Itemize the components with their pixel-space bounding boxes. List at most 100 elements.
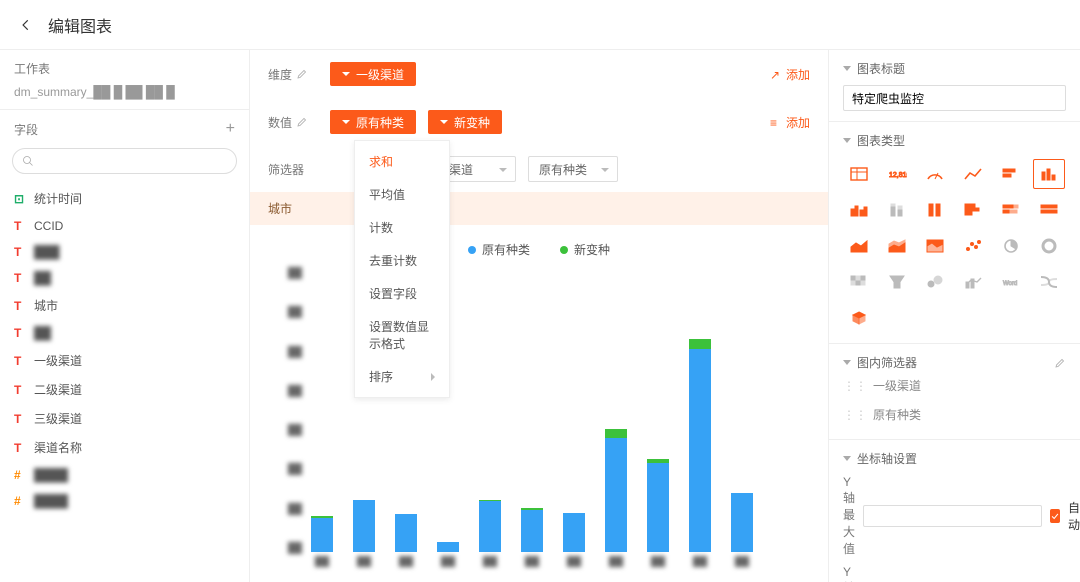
x-tick: ██	[434, 556, 462, 580]
bar-chart: ████████████████ ██████████████████████	[268, 262, 810, 582]
chart-type-col-100[interactable]	[1033, 195, 1065, 225]
field-item[interactable]: T三级渠道	[0, 404, 249, 433]
axis-section[interactable]: 坐标轴设置	[843, 450, 1066, 467]
chart-type-col-stack[interactable]	[995, 195, 1027, 225]
fields-label: 字段	[14, 121, 38, 138]
field-item[interactable]: T██	[0, 265, 249, 291]
field-type-icon: #	[14, 494, 28, 508]
chart-type-line[interactable]	[957, 159, 989, 189]
chart-type-funnel[interactable]	[881, 267, 913, 297]
legend-item-new[interactable]: 新变种	[560, 241, 610, 258]
bar-segment-existing[interactable]	[647, 463, 669, 552]
caret-down-icon	[843, 456, 851, 461]
val-chip-existing[interactable]: 原有种类	[330, 110, 416, 134]
val-chip-new[interactable]: 新变种	[428, 110, 502, 134]
bar-group: ██	[308, 332, 336, 580]
legend-item-existing[interactable]: 原有种类	[468, 241, 530, 258]
bar-segment-existing[interactable]	[437, 542, 459, 552]
y-tick: ██	[268, 268, 302, 279]
caret-down-icon	[843, 66, 851, 71]
bar-segment-new[interactable]	[605, 429, 627, 437]
chart-type-sankey[interactable]	[1033, 267, 1065, 297]
dim-chip-primary-channel[interactable]: 一级渠道	[330, 62, 416, 86]
bar-segment-existing[interactable]	[395, 514, 417, 552]
chart-type-heatmap[interactable]	[843, 267, 875, 297]
chart-type-gauge[interactable]	[919, 159, 951, 189]
inner-filter-item[interactable]: ⋮⋮一级渠道	[843, 371, 1066, 400]
chart-type-area-stack[interactable]	[881, 231, 913, 261]
dropdown-item[interactable]: 排序	[355, 360, 449, 393]
field-type-icon: ⊡	[14, 192, 28, 206]
field-item[interactable]: T城市	[0, 291, 249, 320]
edit-icon[interactable]	[296, 68, 308, 80]
x-tick: ██	[476, 556, 504, 580]
ymax-auto-checkbox[interactable]	[1050, 509, 1060, 523]
y-tick: ██	[268, 425, 302, 436]
chart-type-col-group[interactable]	[957, 195, 989, 225]
inner-filter-item[interactable]: ⋮⋮原有种类	[843, 400, 1066, 429]
dropdown-item[interactable]: 设置数值显示格式	[355, 310, 449, 360]
ymax-input[interactable]	[863, 505, 1042, 527]
chart-type-area-100[interactable]	[919, 231, 951, 261]
dropdown-item[interactable]: 计数	[355, 211, 449, 244]
x-tick: ██	[644, 556, 672, 580]
chart-title-input[interactable]	[843, 85, 1066, 111]
bar-segment-existing[interactable]	[479, 501, 501, 552]
bar-segment-existing[interactable]	[731, 493, 753, 552]
field-item[interactable]: T渠道名称	[0, 433, 249, 462]
chart-type-word[interactable]: Word	[995, 267, 1027, 297]
field-item[interactable]: TCCID	[0, 213, 249, 239]
bar-segment-existing[interactable]	[521, 510, 543, 552]
chart-type-table[interactable]	[843, 159, 875, 189]
chart-type-bar-100[interactable]	[919, 195, 951, 225]
worksheet-name[interactable]: dm_summary_██ █ ██ ██ █	[0, 81, 249, 110]
dropdown-item[interactable]: 平均值	[355, 178, 449, 211]
chart-type-bar-v[interactable]	[1033, 159, 1065, 189]
chart-type-pie[interactable]	[995, 231, 1027, 261]
bar-segment-new[interactable]	[689, 339, 711, 349]
chart-title-section[interactable]: 图表标题	[843, 60, 1066, 77]
chart-type-bar-group[interactable]	[843, 195, 875, 225]
field-label: ██	[34, 271, 51, 285]
bar-segment-existing[interactable]	[689, 349, 711, 552]
add-value-button[interactable]: ≡添加	[770, 114, 810, 131]
chart-type-donut[interactable]	[1033, 231, 1065, 261]
field-item[interactable]: #████	[0, 462, 249, 488]
chart-type-combo[interactable]	[957, 267, 989, 297]
chart-type-section[interactable]: 图表类型	[843, 132, 1066, 149]
field-item[interactable]: T███	[0, 239, 249, 265]
dropdown-item[interactable]: 设置字段	[355, 277, 449, 310]
chart-type-kpi[interactable]: 12,816	[881, 159, 913, 189]
field-label: 二级渠道	[34, 381, 82, 398]
dropdown-item[interactable]: 去重计数	[355, 244, 449, 277]
chart-type-bubble[interactable]	[919, 267, 951, 297]
city-row[interactable]: 城市	[250, 192, 828, 225]
search-icon	[22, 155, 34, 167]
bar-segment-existing[interactable]	[353, 500, 375, 552]
field-item[interactable]: T██	[0, 320, 249, 346]
field-item[interactable]: ⊡统计时间	[0, 184, 249, 213]
inner-filter-section[interactable]: 图内筛选器	[843, 354, 917, 371]
chart-type-bar-h[interactable]	[995, 159, 1027, 189]
chart-type-cube[interactable]	[843, 303, 875, 333]
back-button[interactable]	[16, 15, 36, 35]
add-field-button[interactable]: +	[226, 120, 235, 138]
edit-inner-filter-button[interactable]	[1054, 357, 1066, 369]
bar-segment-existing[interactable]	[311, 518, 333, 552]
legend-dot	[560, 246, 568, 254]
chart-type-bar-stack[interactable]	[881, 195, 913, 225]
field-item[interactable]: T一级渠道	[0, 346, 249, 375]
chart-type-scatter[interactable]	[957, 231, 989, 261]
bar-segment-existing[interactable]	[605, 438, 627, 552]
bar-segment-existing[interactable]	[563, 513, 585, 552]
field-item[interactable]: T 二级渠道	[0, 375, 249, 404]
dropdown-item[interactable]: 求和	[355, 145, 449, 178]
field-type-icon: T	[14, 383, 28, 397]
chart-type-area[interactable]	[843, 231, 875, 261]
field-search-input[interactable]	[12, 148, 237, 174]
add-dimension-button[interactable]: ↗添加	[770, 66, 810, 83]
bar-group: ██	[476, 332, 504, 580]
filter-select-kind[interactable]: 原有种类	[528, 156, 618, 182]
edit-icon[interactable]	[296, 116, 308, 128]
field-item[interactable]: #████	[0, 488, 249, 514]
